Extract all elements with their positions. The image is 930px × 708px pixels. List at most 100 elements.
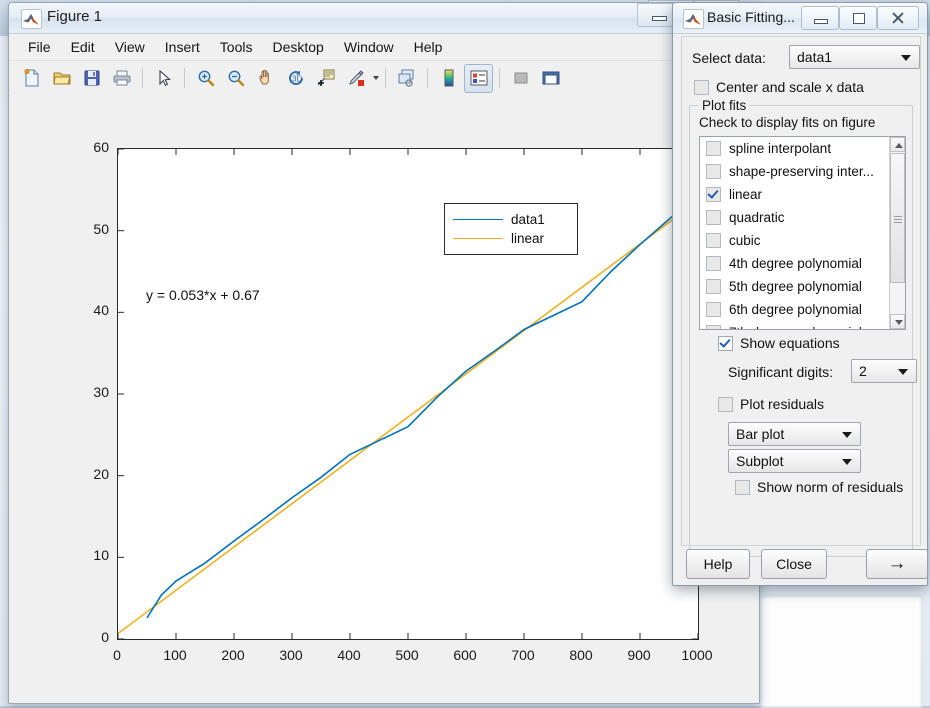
- fit-option-checkbox[interactable]: [706, 279, 721, 294]
- chart-legend[interactable]: data1 linear: [444, 203, 578, 255]
- fit-option-label: 7th degree polynomial: [729, 325, 862, 329]
- scrollbar-thumb[interactable]: [890, 153, 905, 283]
- fit-option-row[interactable]: 7th degree polynomial: [700, 321, 905, 329]
- select-data-dropdown[interactable]: data1: [789, 45, 920, 69]
- x-tick-label: 100: [163, 647, 187, 663]
- basic-fitting-dialog[interactable]: Basic Fitting... Select data: data1 Cent…: [672, 2, 928, 586]
- figure-menubar[interactable]: File Edit View Insert Tools Desktop Wind…: [9, 34, 759, 61]
- menu-window[interactable]: Window: [335, 36, 403, 58]
- legend-icon[interactable]: [464, 63, 493, 93]
- residual-placement-dropdown[interactable]: Subplot: [728, 449, 861, 473]
- menu-insert[interactable]: Insert: [156, 36, 209, 58]
- basic-fitting-title: Basic Fitting...: [707, 9, 795, 25]
- show-norm-of-residuals-checkbox[interactable]: [735, 479, 750, 495]
- fit-option-checkbox[interactable]: [706, 233, 721, 248]
- fit-option-row[interactable]: linear: [700, 183, 905, 206]
- fit-option-checkbox[interactable]: [706, 141, 721, 156]
- fit-option-label: quadratic: [729, 210, 785, 225]
- scroll-up-button[interactable]: [890, 137, 905, 152]
- fit-type-list[interactable]: spline interpolant shape-preserving inter…: [699, 136, 906, 330]
- zoom-out-icon[interactable]: [221, 64, 250, 93]
- fit-option-checkbox[interactable]: [706, 302, 721, 317]
- toolbar-separator: [499, 68, 500, 88]
- menu-desktop[interactable]: Desktop: [263, 36, 332, 58]
- show-plot-tools-icon[interactable]: [536, 64, 565, 93]
- axes-plot-box[interactable]: [117, 148, 699, 640]
- menu-edit[interactable]: Edit: [62, 36, 104, 58]
- brush-icon[interactable]: [341, 64, 370, 93]
- legend-swatch-data1: [453, 219, 503, 220]
- fit-option-checkbox[interactable]: [706, 187, 721, 202]
- show-equations-checkbox[interactable]: [718, 335, 733, 351]
- plot-residuals-checkbox[interactable]: [718, 396, 733, 412]
- legend-label-data1: data1: [511, 212, 545, 227]
- basic-fitting-maximize-button[interactable]: [839, 6, 877, 30]
- menu-file[interactable]: File: [19, 36, 60, 58]
- fit-option-row[interactable]: shape-preserving inter...: [700, 160, 905, 183]
- figure-titlebar[interactable]: Figure 1: [9, 3, 761, 34]
- save-figure-icon[interactable]: [77, 64, 106, 93]
- x-tick-label: 900: [627, 647, 651, 663]
- figure-toolbar[interactable]: 3D: [9, 61, 759, 96]
- fit-type-rows[interactable]: spline interpolant shape-preserving inter…: [700, 137, 905, 329]
- y-tick-label: 60: [93, 139, 109, 155]
- hide-plot-tools-icon[interactable]: [506, 64, 535, 93]
- fit-option-checkbox[interactable]: [706, 164, 721, 179]
- close-button[interactable]: Close: [761, 549, 827, 579]
- menu-view[interactable]: View: [106, 36, 154, 58]
- pan-icon[interactable]: [251, 64, 280, 93]
- fit-option-row[interactable]: 6th degree polynomial: [700, 298, 905, 321]
- center-scale-checkbox-row[interactable]: Center and scale x data: [694, 79, 864, 95]
- fit-option-row[interactable]: cubic: [700, 229, 905, 252]
- fit-list-scrollbar[interactable]: [889, 137, 905, 329]
- figure-window[interactable]: Figure 1 File Edit View Insert Tools Des…: [8, 2, 761, 704]
- colorbar-icon[interactable]: [434, 64, 463, 93]
- edit-plot-icon[interactable]: [149, 64, 178, 93]
- fit-option-checkbox[interactable]: [706, 325, 721, 329]
- help-button[interactable]: Help: [686, 549, 750, 579]
- fit-option-checkbox[interactable]: [706, 256, 721, 271]
- basic-fitting-minimize-button[interactable]: [801, 6, 839, 30]
- x-tick-label: 700: [511, 647, 535, 663]
- show-equations-checkbox-row[interactable]: Show equations: [718, 335, 840, 351]
- plot-residuals-checkbox-row[interactable]: Plot residuals: [718, 396, 824, 412]
- fit-option-row[interactable]: 4th degree polynomial: [700, 252, 905, 275]
- open-file-icon[interactable]: [47, 64, 76, 93]
- menu-help[interactable]: Help: [405, 36, 452, 58]
- link-plot-icon[interactable]: [392, 64, 421, 93]
- fit-option-label: linear: [729, 187, 763, 202]
- fit-option-row[interactable]: spline interpolant: [700, 137, 905, 160]
- legend-label-linear: linear: [511, 231, 545, 246]
- show-norm-label: Show norm of residuals: [757, 479, 904, 495]
- fit-option-row[interactable]: 5th degree polynomial: [700, 275, 905, 298]
- center-scale-checkbox[interactable]: [694, 79, 709, 95]
- basic-fitting-titlebar[interactable]: Basic Fitting...: [673, 3, 927, 34]
- residual-style-dropdown[interactable]: Bar plot: [728, 422, 861, 446]
- significant-digits-dropdown[interactable]: 2: [851, 359, 917, 383]
- print-figure-icon[interactable]: [107, 64, 136, 93]
- plot-residuals-label: Plot residuals: [740, 396, 825, 412]
- show-norm-checkbox-row[interactable]: Show norm of residuals: [735, 479, 903, 495]
- zoom-in-icon[interactable]: [191, 64, 220, 93]
- x-tick-label: 800: [569, 647, 593, 663]
- legend-entry-linear[interactable]: linear: [453, 229, 569, 248]
- fit-option-checkbox[interactable]: [706, 210, 721, 225]
- basic-fitting-close-button[interactable]: [877, 6, 919, 30]
- next-arrow-button[interactable]: →: [866, 549, 928, 579]
- menu-tools[interactable]: Tools: [211, 36, 262, 58]
- new-figure-icon[interactable]: [17, 64, 46, 93]
- chevron-down-icon: [842, 432, 852, 438]
- basic-fitting-body: Select data: data1 Center and scale x da…: [681, 36, 921, 557]
- y-tick-label: 30: [93, 384, 109, 400]
- fit-option-label: spline interpolant: [729, 141, 832, 156]
- brush-dropdown-icon[interactable]: [373, 76, 379, 80]
- rotate-3d-icon[interactable]: 3D: [281, 64, 310, 93]
- figure-plot-canvas[interactable]: 0 10 20 30 40 50 60 0 100 200 300 400 500 600 700 800 9…: [10, 95, 758, 701]
- select-data-label: Select data:: [692, 50, 766, 66]
- basic-fitting-button-row: Help Close →: [681, 549, 928, 579]
- data-cursor-icon[interactable]: [311, 64, 340, 93]
- fit-option-row[interactable]: quadratic: [700, 206, 905, 229]
- legend-entry-data1[interactable]: data1: [453, 210, 569, 229]
- toolbar-separator: [385, 68, 386, 88]
- scroll-down-button[interactable]: [890, 314, 905, 329]
